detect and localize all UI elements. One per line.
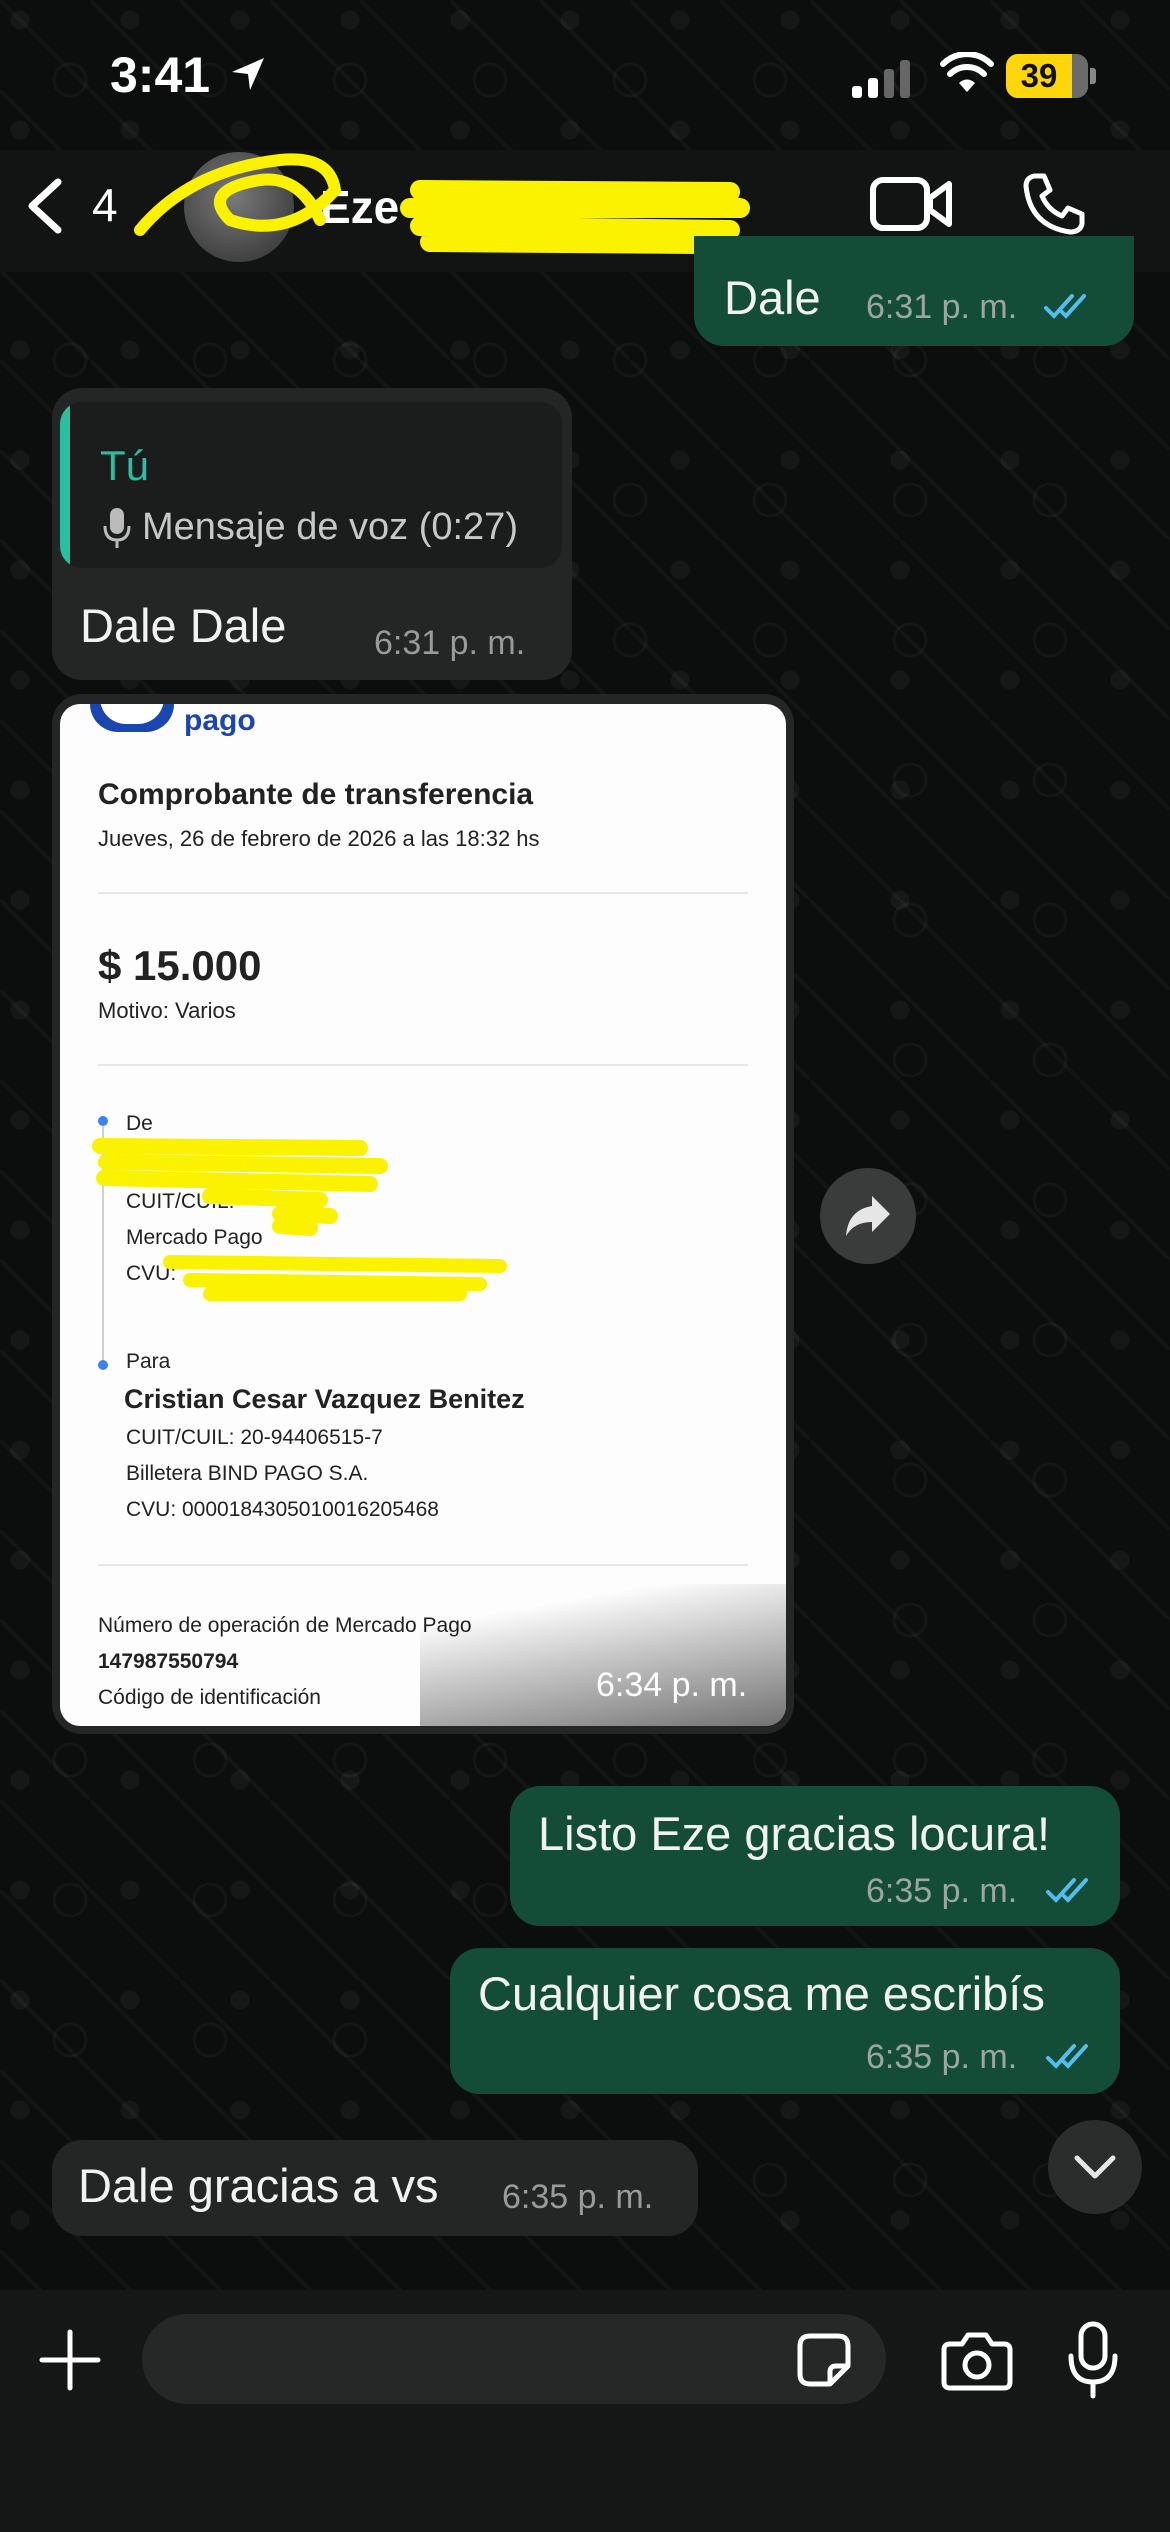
receipt-to-cvu: CVU: 0000184305010016205468 (126, 1498, 439, 1521)
quote-accent-bar (60, 402, 70, 568)
receipt-to-bank: Billetera BIND PAGO S.A. (126, 1462, 369, 1485)
contact-name[interactable]: Eze (320, 180, 399, 234)
read-receipt-icon (1046, 2044, 1088, 2069)
receipt-operation-number: 147987550794 (98, 1650, 239, 1673)
message-text: Listo Eze gracias locura! (538, 1807, 1051, 1860)
divider (98, 1564, 748, 1566)
timeline-dot (98, 1116, 108, 1126)
avatar[interactable] (184, 152, 294, 262)
receipt-title: Comprobante de transferencia (98, 778, 534, 811)
redaction-scribble (92, 1138, 507, 1301)
receipt-amount: $ 15.000 (98, 942, 262, 989)
quoted-message[interactable]: Tú Mensaje de voz (0:27) (60, 402, 562, 568)
video-call-icon[interactable] (868, 172, 954, 236)
message-time: 6:35 p. m. (866, 1872, 1018, 1910)
status-bar: 3:41 39 (0, 0, 1170, 150)
forward-button[interactable] (820, 1168, 916, 1264)
battery-cap (1090, 68, 1096, 84)
message-bubble-outgoing[interactable]: Listo Eze gracias locura! 6:35 p. m. (510, 1786, 1120, 1926)
quote-author: Tú (100, 442, 150, 489)
chevron-down-icon (1074, 2155, 1116, 2179)
message-time: 6:35 p. m. (866, 2038, 1018, 2076)
receipt-date: Jueves, 26 de febrero de 2026 a las 18:3… (98, 826, 540, 851)
receipt-motive: Motivo: Varios (98, 998, 236, 1023)
message-time: 6:35 p. m. (502, 2178, 654, 2216)
sticker-icon[interactable] (796, 2332, 852, 2388)
message-time: 6:31 p. m. (866, 288, 1018, 326)
read-receipt-icon (1044, 294, 1086, 319)
receipt-operation-label: Número de operación de Mercado Pago (98, 1614, 472, 1637)
receipt-from-label: De (126, 1112, 153, 1135)
message-input[interactable] (142, 2314, 886, 2404)
timeline-dot (98, 1360, 108, 1370)
receipt-to-name: Cristian Cesar Vazquez Benitez (124, 1384, 525, 1414)
message-text: Dale gracias a vs (78, 2159, 439, 2212)
message-text: Dale Dale (80, 599, 287, 652)
message-time: 6:34 p. m. (596, 1666, 748, 1704)
forward-icon (846, 1196, 890, 1236)
message-bubble-outgoing[interactable]: Cualquier cosa me escribís 6:35 p. m. (450, 1948, 1120, 2094)
message-bubble-incoming[interactable]: Dale gracias a vs 6:35 p. m. (52, 2140, 698, 2236)
wifi-icon (940, 52, 994, 92)
plus-icon[interactable] (38, 2328, 102, 2392)
read-receipt-icon (1046, 1878, 1088, 1903)
divider (98, 1064, 748, 1066)
cellular-signal-icon (852, 58, 916, 98)
message-bubble-outgoing[interactable]: Dale 6:31 p. m. (694, 236, 1134, 346)
phone-call-icon[interactable] (1020, 170, 1088, 238)
unread-count[interactable]: 4 (92, 178, 118, 232)
microphone-icon (103, 508, 131, 548)
battery-level: 39 (1020, 57, 1058, 94)
mic-icon[interactable] (1066, 2320, 1120, 2400)
location-arrow-icon (232, 58, 264, 90)
back-chevron-icon[interactable] (20, 176, 70, 236)
status-time: 3:41 (110, 47, 211, 103)
scroll-down-button[interactable] (1048, 2120, 1142, 2214)
receipt-to-label: Para (126, 1350, 171, 1373)
message-bubble-incoming[interactable]: Tú Mensaje de voz (0:27) Dale Dale 6:31 … (52, 388, 572, 680)
divider (98, 892, 748, 894)
message-text: Cualquier cosa me escribís (478, 1967, 1045, 2020)
quote-text: Mensaje de voz (0:27) (142, 506, 518, 548)
mercado-pago-logo (90, 704, 174, 732)
receipt-id-label: Código de identificación (98, 1686, 321, 1709)
battery-icon: 39 (1006, 54, 1088, 98)
message-time: 6:31 p. m. (374, 624, 526, 662)
transfer-receipt-image[interactable]: pago Comprobante de transferencia Jueves… (60, 704, 786, 1726)
receipt-to-cuit: CUIT/CUIL: 20-94406515-7 (126, 1426, 383, 1449)
message-text: Dale (724, 271, 821, 324)
camera-icon[interactable] (940, 2330, 1014, 2392)
receipt-brand: pago (184, 704, 256, 737)
